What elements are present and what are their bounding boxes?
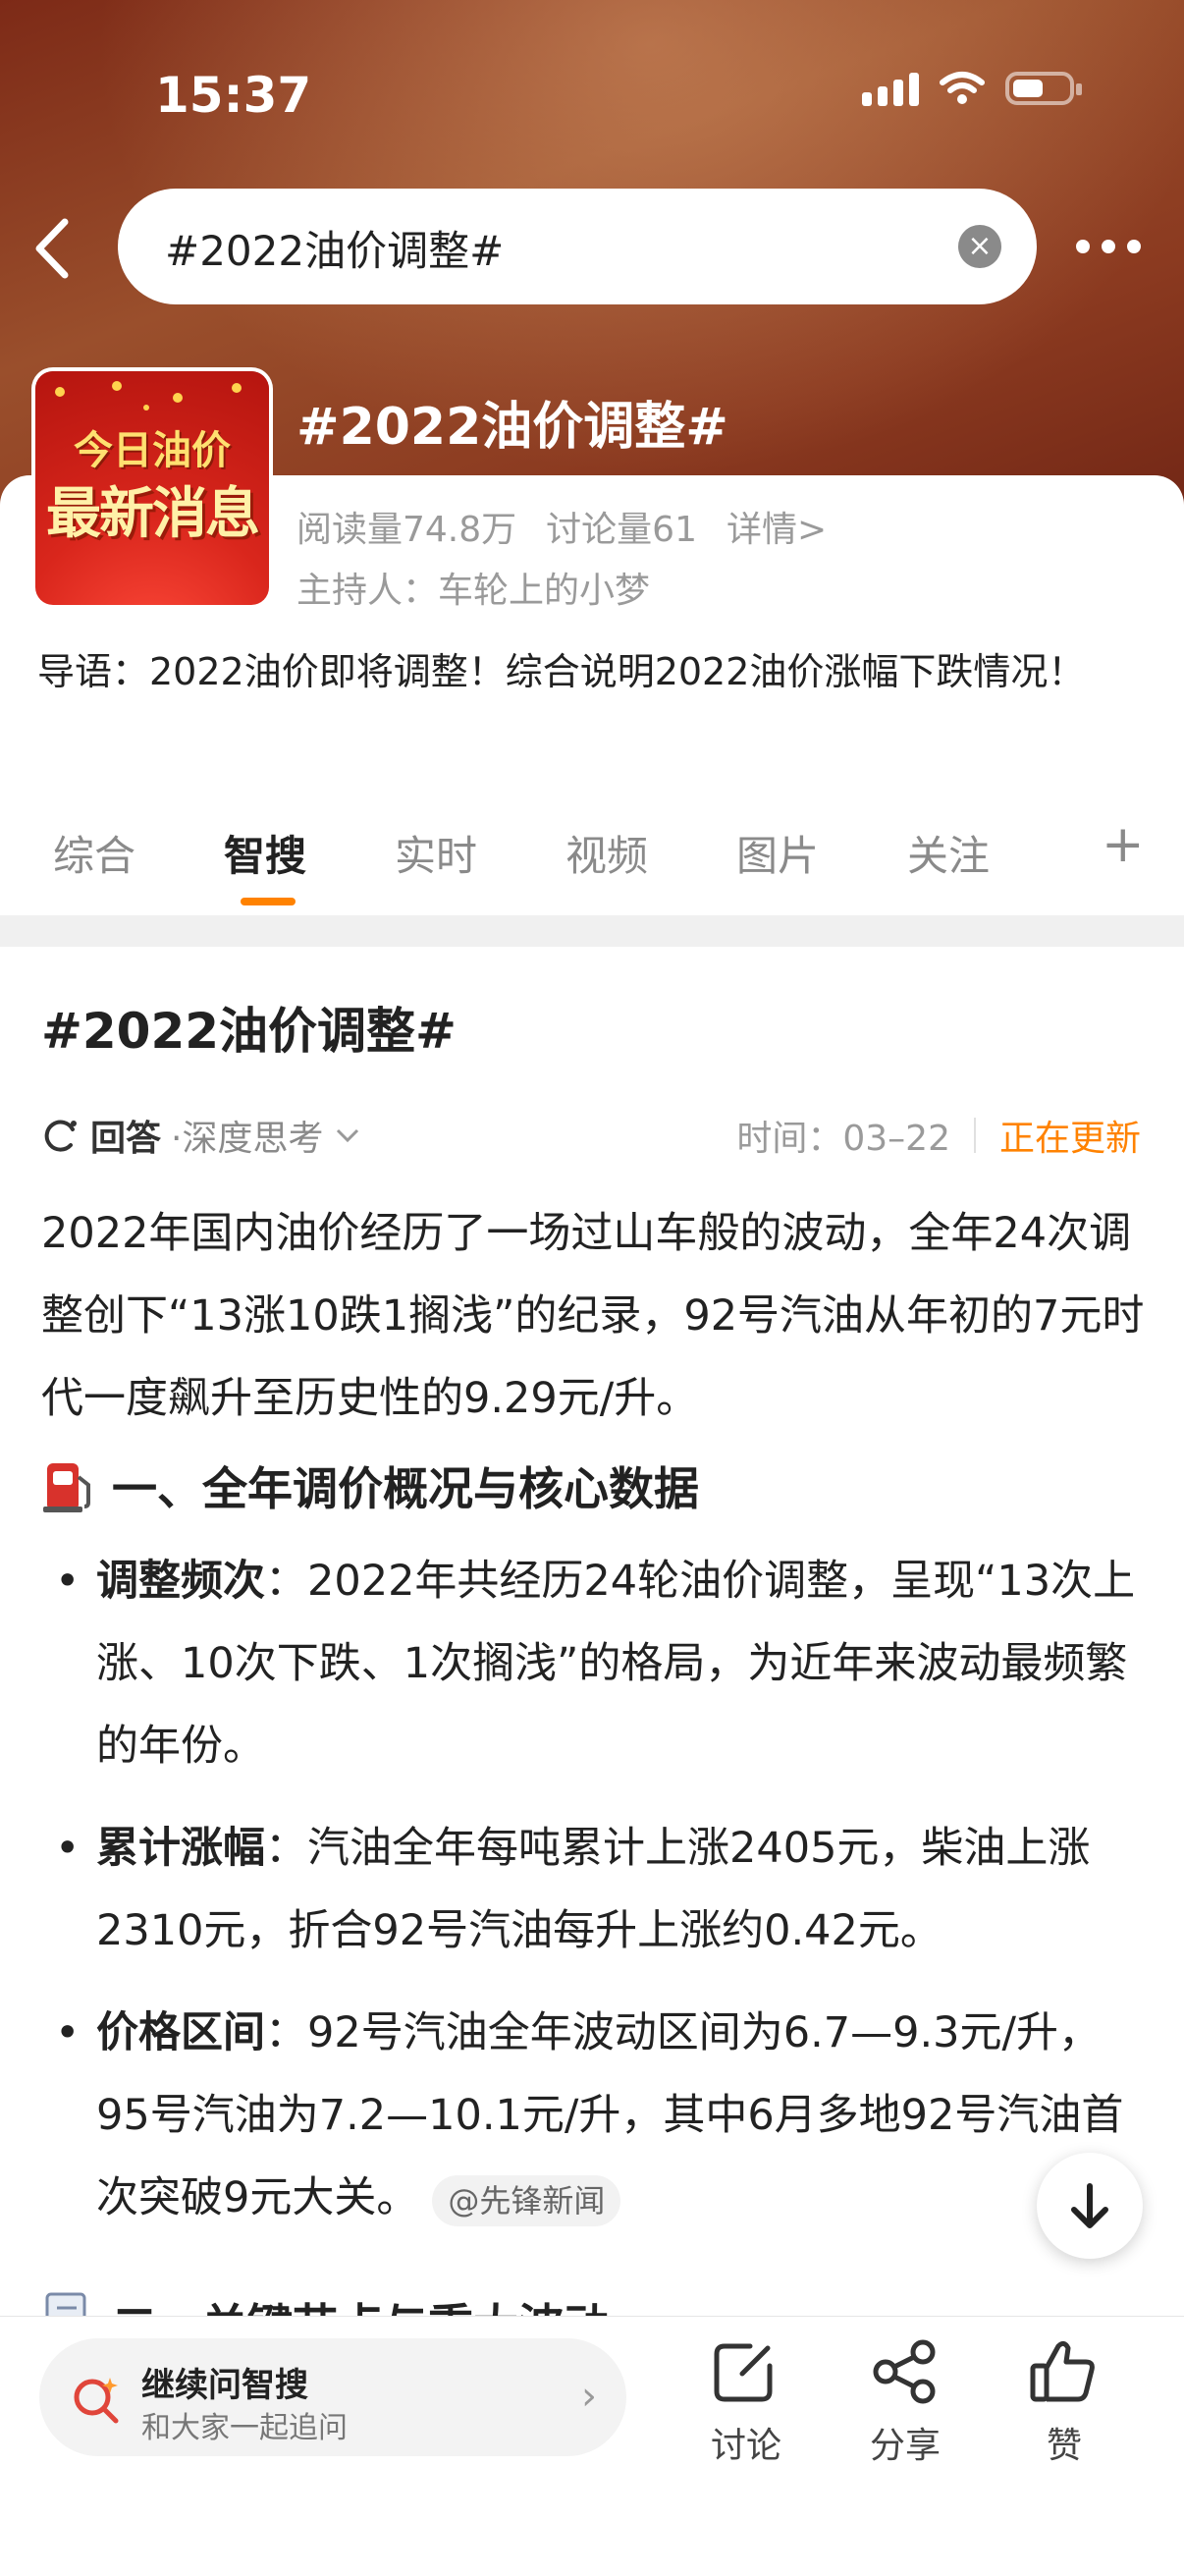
search-input[interactable]: #2022油价调整# × [118,189,1037,304]
topic-host[interactable]: 主持人：车轮上的小梦 [296,562,650,613]
search-query-text: #2022油价调整# [165,227,505,275]
bottom-action-bar: 继续问智搜 和大家一起追问 › 讨论 分享 赞 [0,2316,1184,2576]
status-icons [862,71,1082,106]
answer-intro: 2022年国内油价经历了一场过山车般的波动，全年24次调整创下“13涨10跌1搁… [41,1209,1145,1423]
topic-guide: 导语：2022油价即将调整！综合说明2022油价涨幅下跌情况！ [37,650,1086,693]
answer-time: 时间：03–22 [736,1119,950,1159]
answer-mode-selector[interactable]: 回答 ·深度思考 [41,1110,362,1161]
answer-bullet-list: 调整频次：2022年共经历24轮油价调整，呈现“13次上涨、10次下跌、1次搁浅… [41,1540,1151,2259]
read-count: 阅读量74.8万 [296,510,517,550]
topic-cover-image: 今日油价 最新消息 [35,371,269,605]
tab-video[interactable]: 视频 [565,823,648,883]
source-tag[interactable]: @先锋新闻 [432,2174,621,2226]
status-time: 15:37 [155,67,312,124]
list-item: 价格区间：92号汽油全年波动区间为6.7—9.3元/升，95号汽油为7.2—10… [41,1992,1151,2239]
arrow-down-icon [1071,2183,1108,2228]
chevron-down-icon [337,1128,359,1143]
wifi-icon [940,72,985,104]
tab-bar: 综合 智搜 实时 视频 图片 关注 + [0,815,1184,913]
list-item: 调整频次：2022年共经历24轮油价调整，呈现“13次上涨、10次下跌、1次搁浅… [41,1540,1151,1787]
more-options-icon[interactable] [1076,240,1141,253]
refresh-search-icon [44,1120,77,1152]
bullet-key: 价格区间 [96,2008,265,2057]
list-item: 累计涨幅：汽油全年每吨累计上涨2405元，柴油上涨2310元，折合92号汽油每升… [41,1807,1151,1972]
chevron-right-icon: › [581,2374,597,2419]
deep-think-label: ·深度思考 [171,1119,324,1159]
section-heading: 一、全年调价概况与核心数据 [41,1453,699,1518]
share-label: 分享 [869,2426,941,2466]
ask-title: 继续问智搜 [141,2366,308,2405]
cover-text-bottom: 最新消息 [46,482,260,546]
details-link[interactable]: 详情> [727,501,827,552]
discussion-count: 讨论量61 [546,510,697,550]
section-divider [0,915,1184,947]
cellular-signal-icon [862,71,919,106]
like-button[interactable]: 赞 [1005,2336,1123,2468]
add-tab-button[interactable]: + [1102,815,1145,874]
fuel-pump-icon [43,1463,90,1512]
thumbs-up-icon [1030,2340,1095,2402]
active-tab-indicator [241,898,296,905]
ask-subtitle: 和大家一起追问 [141,2411,348,2445]
tab-general[interactable]: 综合 [53,823,135,883]
answer-label: 回答 [90,1119,162,1159]
answer-title: #2022油价调整# [41,1003,457,1060]
bullet-key: 累计涨幅 [96,1824,265,1873]
topic-title: #2022油价调整# [296,398,728,457]
tab-smart-search[interactable]: 智搜 [224,823,306,883]
tab-following[interactable]: 关注 [907,823,990,883]
share-button[interactable]: 分享 [846,2336,964,2468]
bullet-key: 调整频次 [96,1557,265,1606]
tab-realtime[interactable]: 实时 [395,823,477,883]
back-arrow-icon[interactable] [27,214,77,283]
scroll-down-button[interactable] [1037,2153,1143,2259]
continue-ask-button[interactable]: 继续问智搜 和大家一起追问 › [39,2338,626,2456]
answer-meta: 回答 ·深度思考 时间：03–22 正在更新 [41,1110,1141,1159]
clear-search-button[interactable]: × [958,225,1001,268]
live-updating-label: 正在更新 [998,1119,1141,1159]
cover-text-top: 今日油价 [74,428,231,473]
share-icon [873,2339,936,2404]
discuss-button[interactable]: 讨论 [687,2336,805,2468]
section-heading-text: 一、全年调价概况与核心数据 [112,1462,699,1515]
discuss-label: 讨论 [710,2426,781,2466]
tab-images[interactable]: 图片 [736,823,819,883]
smart-search-icon [74,2378,119,2424]
compose-icon [714,2343,773,2402]
battery-icon [1005,72,1082,105]
like-label: 赞 [1046,2426,1082,2466]
topic-stats: 阅读量74.8万 讨论量61 详情> [296,501,827,552]
answer-time-status: 时间：03–22 正在更新 [736,1110,1141,1161]
